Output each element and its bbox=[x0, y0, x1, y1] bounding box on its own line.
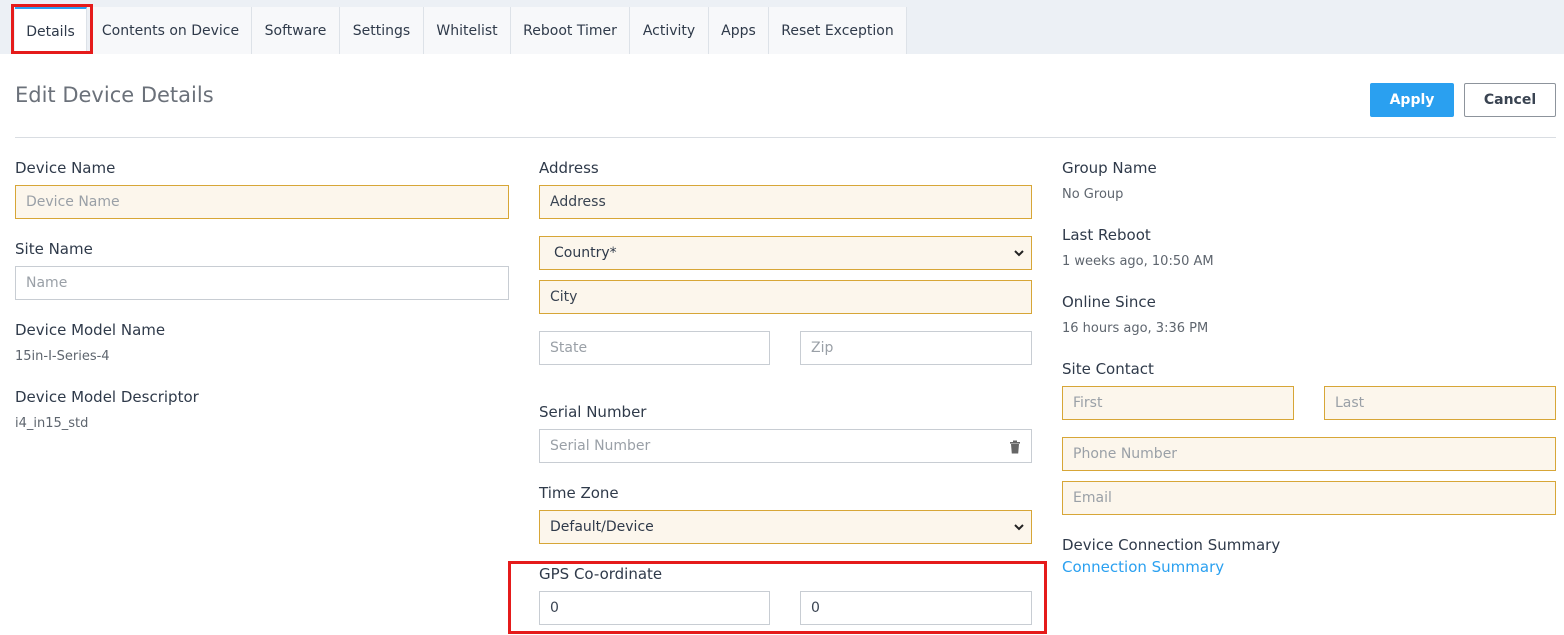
tab-label: Contents on Device bbox=[101, 22, 240, 39]
group-name-label: Group Name bbox=[1062, 159, 1157, 177]
device-name-label: Device Name bbox=[15, 159, 116, 177]
device-model-descriptor-label: Device Model Descriptor bbox=[15, 388, 199, 406]
serial-number-placeholder: Serial Number bbox=[550, 438, 651, 454]
serial-number-label: Serial Number bbox=[539, 403, 647, 421]
first-name-input[interactable]: First bbox=[1062, 386, 1294, 420]
address-label: Address bbox=[539, 159, 599, 177]
time-zone-select-value: Default/Device bbox=[550, 519, 654, 535]
time-zone-select[interactable]: Default/Device bbox=[539, 510, 1032, 544]
connection-summary-link[interactable]: Connection Summary bbox=[1062, 558, 1224, 576]
gps-longitude-input[interactable]: 0 bbox=[800, 591, 1032, 625]
tab-label: Reset Exception bbox=[781, 22, 894, 39]
last-reboot-value: 1 weeks ago, 10:50 AM bbox=[1062, 254, 1214, 269]
tab-label: Whitelist bbox=[436, 22, 498, 39]
tab-reboot-timer[interactable]: Reboot Timer bbox=[511, 7, 630, 54]
device-name-input[interactable]: Device Name bbox=[15, 185, 509, 219]
tab-bar: Details Contents on Device Software Sett… bbox=[0, 0, 1564, 54]
site-name-label: Site Name bbox=[15, 240, 93, 258]
serial-number-input[interactable]: Serial Number bbox=[539, 429, 1032, 463]
zip-input[interactable]: Zip bbox=[800, 331, 1032, 365]
device-connection-summary-label: Device Connection Summary bbox=[1062, 536, 1281, 554]
tab-label: Software bbox=[264, 22, 327, 39]
tab-label: Details bbox=[26, 23, 75, 40]
tab-activity[interactable]: Activity bbox=[630, 7, 709, 54]
last-name-input[interactable]: Last bbox=[1324, 386, 1556, 420]
email-input[interactable]: Email bbox=[1062, 481, 1556, 515]
page-title: Edit Device Details bbox=[15, 83, 214, 107]
apply-button[interactable]: Apply bbox=[1370, 83, 1454, 117]
tab-contents-on-device[interactable]: Contents on Device bbox=[90, 7, 252, 54]
last-reboot-label: Last Reboot bbox=[1062, 226, 1151, 244]
tab-software[interactable]: Software bbox=[252, 7, 340, 54]
gps-coordinate-label: GPS Co-ordinate bbox=[539, 565, 663, 583]
header-divider bbox=[15, 137, 1556, 138]
trash-icon[interactable] bbox=[1009, 440, 1021, 454]
site-name-input[interactable]: Name bbox=[15, 266, 509, 300]
online-since-value: 16 hours ago, 3:36 PM bbox=[1062, 321, 1209, 336]
country-select-value: Country* bbox=[554, 245, 617, 261]
country-select[interactable]: Country* bbox=[539, 236, 1032, 270]
phone-number-input[interactable]: Phone Number bbox=[1062, 437, 1556, 471]
tab-label: Activity bbox=[642, 22, 696, 39]
online-since-label: Online Since bbox=[1062, 293, 1156, 311]
chevron-down-icon bbox=[1014, 524, 1024, 531]
device-model-descriptor-value: i4_in15_std bbox=[15, 416, 89, 431]
cancel-button[interactable]: Cancel bbox=[1464, 83, 1556, 117]
device-model-name-value: 15in-I-Series-4 bbox=[15, 349, 110, 364]
tab-details[interactable]: Details bbox=[15, 7, 87, 54]
site-contact-label: Site Contact bbox=[1062, 360, 1154, 378]
group-name-value: No Group bbox=[1062, 187, 1124, 202]
device-model-name-label: Device Model Name bbox=[15, 321, 166, 339]
chevron-down-icon bbox=[1014, 250, 1024, 257]
tab-label: Reboot Timer bbox=[523, 22, 617, 39]
tab-label: Settings bbox=[352, 22, 411, 39]
tab-label: Apps bbox=[721, 22, 756, 39]
gps-latitude-input[interactable]: 0 bbox=[539, 591, 770, 625]
address-input[interactable]: Address bbox=[539, 185, 1032, 219]
time-zone-label: Time Zone bbox=[539, 484, 619, 502]
tab-apps[interactable]: Apps bbox=[709, 7, 769, 54]
tab-whitelist[interactable]: Whitelist bbox=[424, 7, 511, 54]
state-input[interactable]: State bbox=[539, 331, 770, 365]
tab-reset-exception[interactable]: Reset Exception bbox=[769, 7, 907, 54]
city-input[interactable]: City bbox=[539, 280, 1032, 314]
tab-settings[interactable]: Settings bbox=[340, 7, 424, 54]
